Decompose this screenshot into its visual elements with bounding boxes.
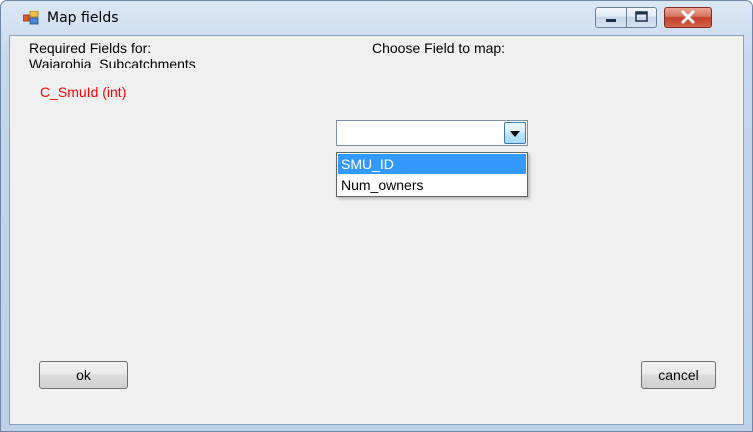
minimize-button[interactable] — [595, 7, 627, 28]
close-button[interactable] — [664, 7, 712, 28]
title-bar[interactable]: Map fields — [1, 1, 752, 35]
cancel-button[interactable]: cancel — [641, 361, 716, 389]
combobox-dropdown-button[interactable] — [504, 122, 526, 144]
field-map-combobox[interactable] — [336, 120, 528, 146]
maximize-icon — [635, 11, 648, 22]
chevron-down-icon — [510, 131, 520, 137]
required-field-name: C_SmuId (int) — [40, 84, 127, 100]
dropdown-option-num-owners[interactable]: Num_owners — [338, 175, 526, 195]
layer-name-label: Waiarohia_Subcatchments — [29, 56, 196, 68]
close-icon — [681, 10, 695, 24]
choose-field-label: Choose Field to map: — [372, 40, 506, 56]
form-app-icon — [22, 10, 39, 25]
combobox-dropdown-list: SMU_ID Num_owners — [336, 152, 528, 197]
window-title: Map fields — [47, 10, 119, 26]
dropdown-option-smu-id[interactable]: SMU_ID — [338, 154, 526, 174]
ok-button[interactable]: ok — [39, 361, 128, 389]
required-fields-label: Required Fields for: — [29, 40, 152, 56]
maximize-button[interactable] — [626, 7, 657, 28]
minimize-icon — [606, 19, 616, 22]
